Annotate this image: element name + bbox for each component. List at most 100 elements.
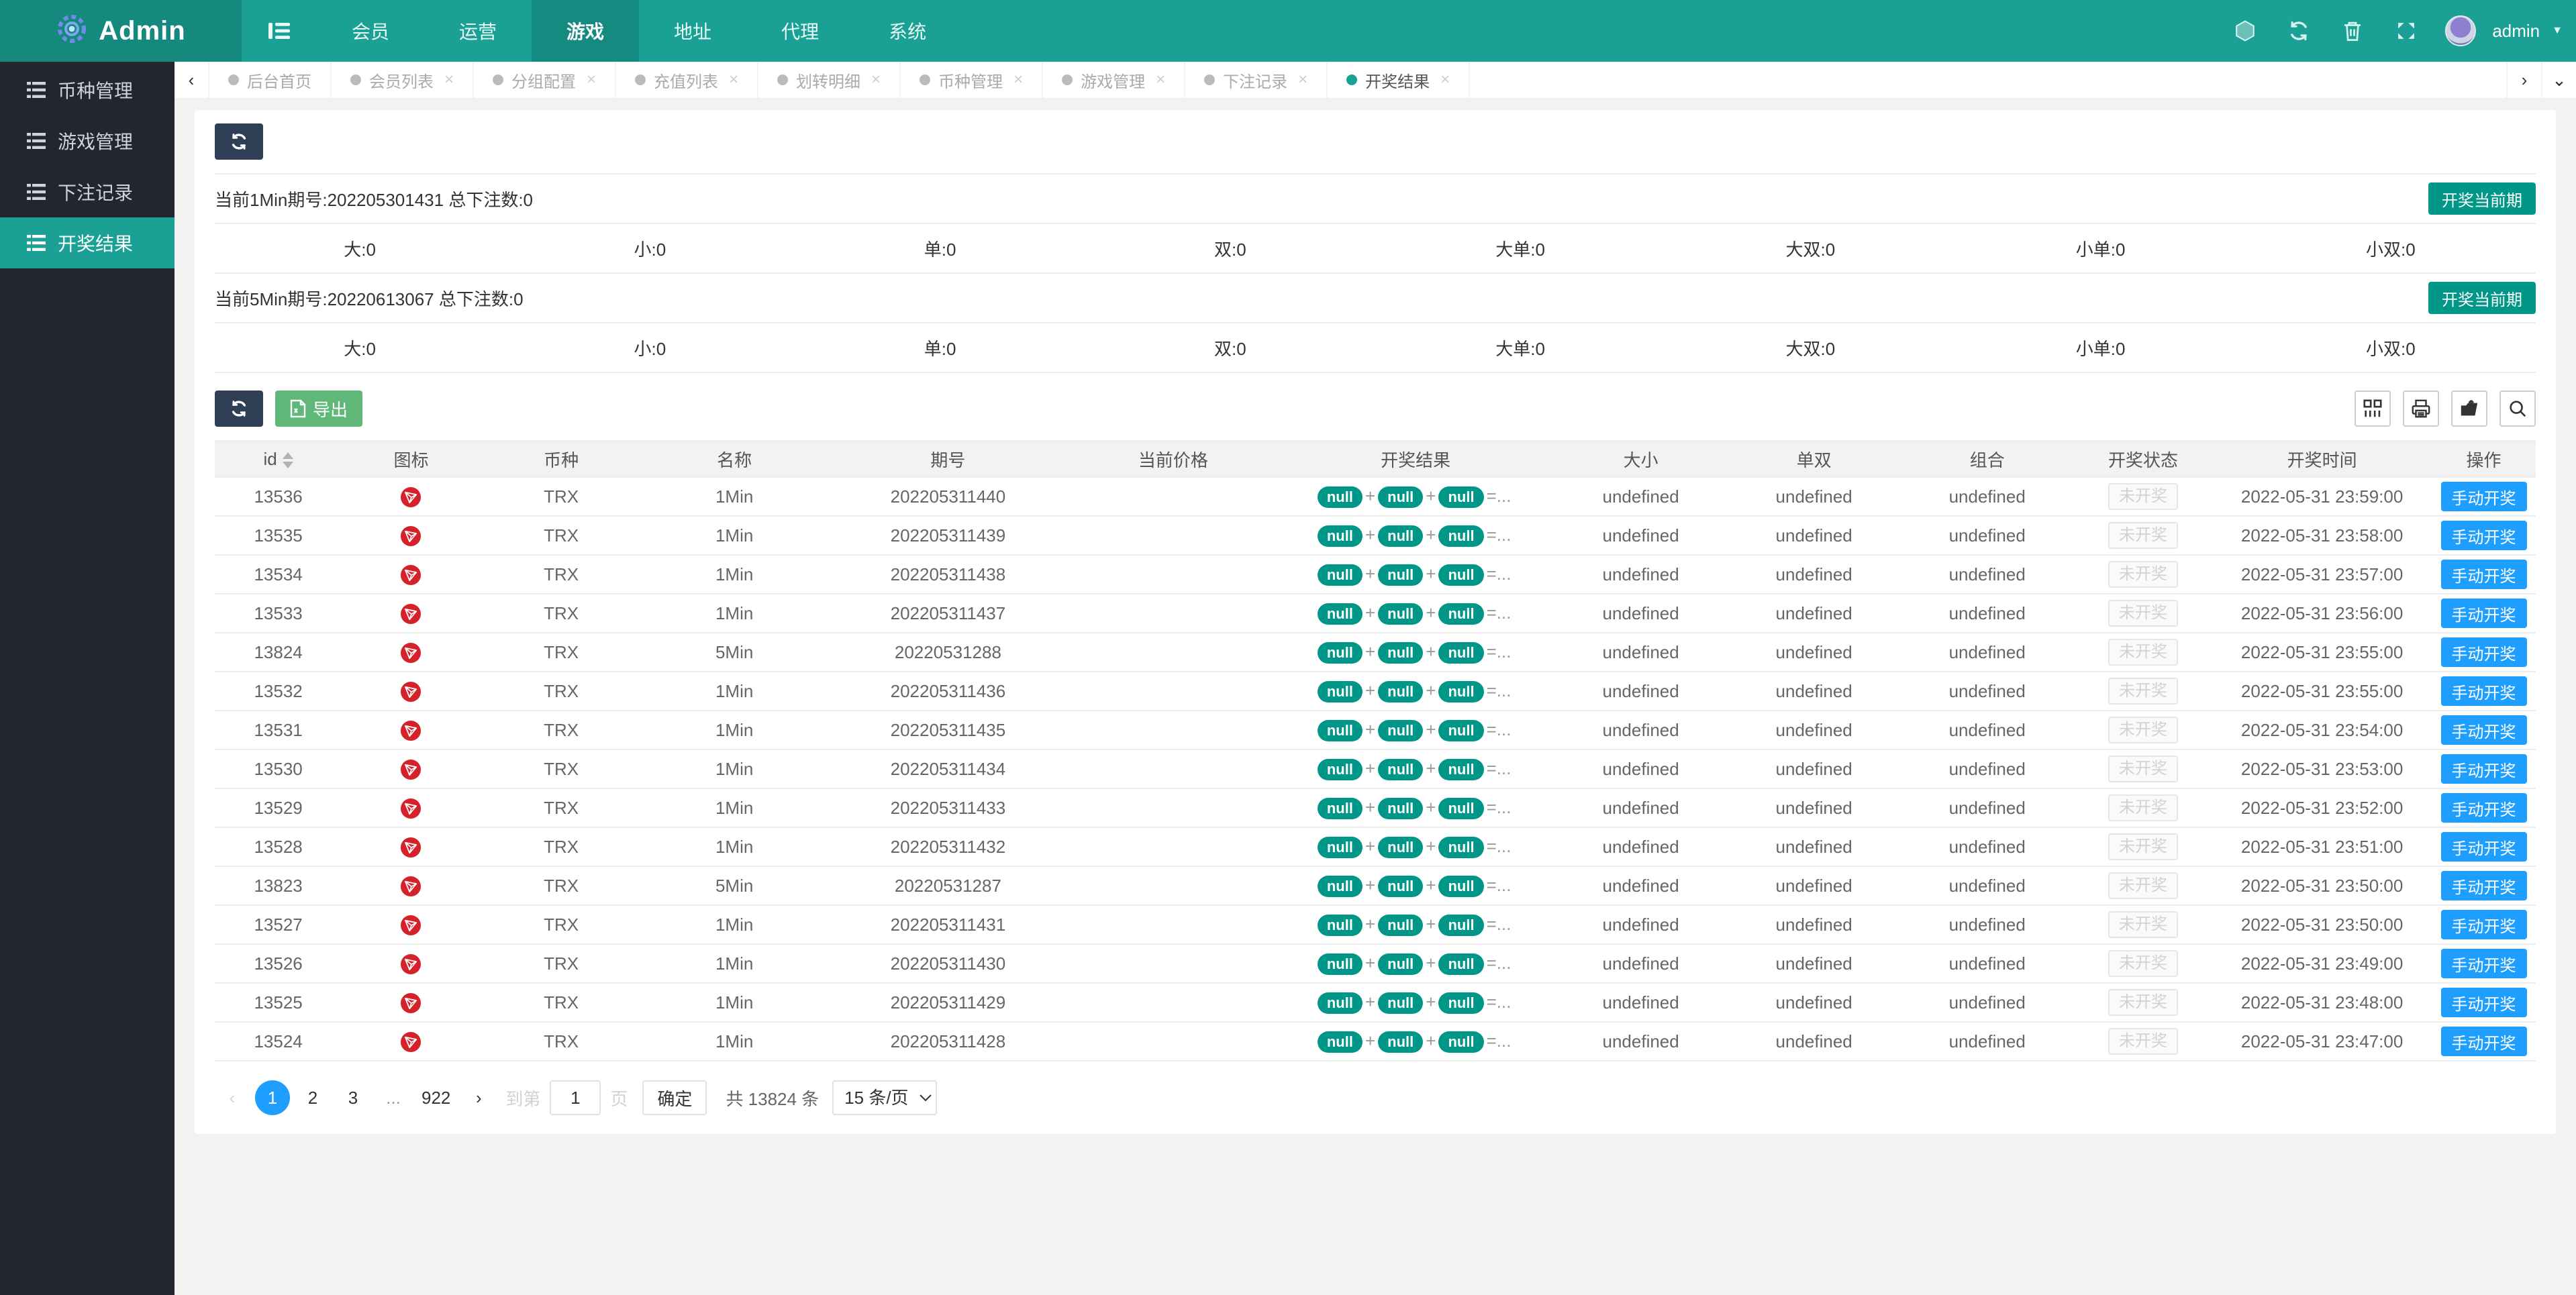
tab-close-icon[interactable]: × <box>1013 70 1023 89</box>
user-avatar[interactable] <box>2445 15 2477 46</box>
manual-draw-button[interactable]: 手动开奖 <box>2440 482 2527 511</box>
manual-draw-button[interactable]: 手动开奖 <box>2440 599 2527 628</box>
refresh-icon[interactable] <box>2276 0 2322 62</box>
clear-cache-trash-icon[interactable] <box>2330 0 2375 62</box>
page-numbers: 1 2 3 ... 922 <box>255 1080 456 1115</box>
export-data-icon[interactable] <box>2451 391 2487 427</box>
page-number[interactable]: 922 <box>416 1080 456 1115</box>
fullscreen-icon[interactable] <box>2383 0 2429 62</box>
manual-draw-button[interactable]: 手动开奖 <box>2440 910 2527 939</box>
tron-icon <box>401 682 422 703</box>
panel-refresh-button[interactable] <box>215 123 263 160</box>
status-badge: 未开奖 <box>2108 717 2178 743</box>
page-number[interactable]: 2 <box>295 1080 330 1115</box>
manual-draw-button[interactable]: 手动开奖 <box>2440 560 2527 589</box>
sort-icon[interactable] <box>282 452 293 468</box>
cell-big-small: undefined <box>1554 905 1728 945</box>
goto-confirm-button[interactable]: 确定 <box>642 1080 707 1115</box>
columns-filter-icon[interactable] <box>2355 391 2391 427</box>
manual-draw-button[interactable]: 手动开奖 <box>2440 793 2527 823</box>
goto-page-input[interactable] <box>550 1080 601 1115</box>
search-icon[interactable] <box>2499 391 2536 427</box>
sidebar-item[interactable]: 游戏管理 <box>0 115 175 166</box>
manual-draw-button[interactable]: 手动开奖 <box>2440 832 2527 862</box>
cell-id: 13530 <box>215 749 342 789</box>
stat-small-odd: 小单:0 <box>2075 338 2126 359</box>
col-time: 开奖时间 <box>2212 440 2432 478</box>
collapse-menu-icon[interactable] <box>242 0 317 62</box>
tab-close-icon[interactable]: × <box>729 70 738 89</box>
table-refresh-button[interactable] <box>215 391 263 427</box>
sidebar-item[interactable]: 下注记录 <box>0 166 175 217</box>
page-prev[interactable]: ‹ <box>215 1080 250 1115</box>
cell-status: 未开奖 <box>2073 1022 2213 1061</box>
tab-close-icon[interactable]: × <box>871 70 881 89</box>
manual-draw-button[interactable]: 手动开奖 <box>2440 715 2527 745</box>
username[interactable]: admin <box>2492 21 2540 42</box>
cell-period: 20220531287 <box>826 866 1070 906</box>
tabs-menu-icon[interactable]: ⌄ <box>2541 62 2576 98</box>
manual-draw-button[interactable]: 手动开奖 <box>2440 949 2527 978</box>
cell-name: 1Min <box>642 944 827 984</box>
top-menu-item[interactable]: 会员 <box>317 0 424 62</box>
tab-item[interactable]: 划转明细 × <box>758 62 901 98</box>
page-number[interactable]: 3 <box>336 1080 370 1115</box>
period-blocks: 当前1Min期号:202205301431 总下注数:0 开奖当前期 大:0 小… <box>215 174 2536 373</box>
brand[interactable]: Admin <box>0 0 242 62</box>
draw-current-period-button[interactable]: 开奖当前期 <box>2428 183 2536 215</box>
result-pill: null <box>1438 1031 1484 1053</box>
tab-item[interactable]: 游戏管理 × <box>1043 62 1186 98</box>
top-menu-item[interactable]: 系统 <box>854 0 961 62</box>
tab-item[interactable]: 币种管理 × <box>901 62 1044 98</box>
result-pill: null <box>1378 1031 1424 1053</box>
result-pill: null <box>1438 525 1484 547</box>
user-dropdown-caret-icon[interactable]: ▼ <box>2552 25 2563 37</box>
top-menu-item[interactable]: 代理 <box>746 0 854 62</box>
tab-close-icon[interactable]: × <box>444 70 454 89</box>
tab-close-icon[interactable]: × <box>1156 70 1165 89</box>
manual-draw-button[interactable]: 手动开奖 <box>2440 676 2527 706</box>
tab-item[interactable]: 后台首页 × <box>209 62 332 98</box>
tabs-scroll-left-icon[interactable]: ‹ <box>175 62 209 98</box>
sidebar-item[interactable]: 开奖结果 <box>0 217 175 268</box>
manual-draw-button[interactable]: 手动开奖 <box>2440 521 2527 550</box>
sidebar-item[interactable]: 币种管理 <box>0 64 175 115</box>
manual-draw-button[interactable]: 手动开奖 <box>2440 871 2527 900</box>
tab-item[interactable]: 会员列表 × <box>332 62 475 98</box>
manual-draw-button[interactable]: 手动开奖 <box>2440 637 2527 667</box>
export-button[interactable]: 导出 <box>275 391 363 427</box>
page-number[interactable]: ... <box>376 1080 411 1115</box>
cell-big-small: undefined <box>1554 827 1728 867</box>
cell-time: 2022-05-31 23:50:00 <box>2212 866 2432 906</box>
draw-current-period-button[interactable]: 开奖当前期 <box>2428 282 2536 314</box>
page-size-select[interactable]: 15 条/页 <box>832 1080 938 1115</box>
print-icon[interactable] <box>2403 391 2439 427</box>
period-title: 当前5Min期号:20220613067 总下注数:0 <box>215 289 524 309</box>
tab-close-icon[interactable]: × <box>1298 70 1307 89</box>
cell-icon <box>342 477 481 517</box>
tab-item[interactable]: 下注记录 × <box>1185 62 1328 98</box>
total-count: 共 13824 条 <box>726 1088 820 1109</box>
top-menu-item[interactable]: 运营 <box>424 0 532 62</box>
cell-action: 手动开奖 <box>2432 477 2536 517</box>
col-id[interactable]: id <box>215 440 342 478</box>
top-menu-item[interactable]: 游戏 <box>532 0 640 62</box>
result-pill: null <box>1438 603 1484 625</box>
tabs-scroll-right-icon[interactable]: › <box>2506 62 2541 98</box>
page-number[interactable]: 1 <box>255 1080 290 1115</box>
theme-hexagon-icon[interactable] <box>2222 0 2268 62</box>
cell-period: 202205311434 <box>826 749 1070 789</box>
col-icon: 图标 <box>342 440 481 478</box>
tab-close-icon[interactable]: × <box>587 70 596 89</box>
tab-item[interactable]: 充值列表 × <box>616 62 759 98</box>
manual-draw-button[interactable]: 手动开奖 <box>2440 1027 2527 1056</box>
top-menu-item[interactable]: 地址 <box>639 0 746 62</box>
tab-item[interactable]: 分组配置 × <box>474 62 617 98</box>
tab-close-icon[interactable]: × <box>1440 70 1450 89</box>
page-next[interactable]: › <box>461 1080 496 1115</box>
manual-draw-button[interactable]: 手动开奖 <box>2440 988 2527 1017</box>
result-pill: null <box>1317 641 1363 664</box>
cell-action: 手动开奖 <box>2432 749 2536 789</box>
tab-item[interactable]: 开奖结果 × <box>1328 62 1471 98</box>
manual-draw-button[interactable]: 手动开奖 <box>2440 754 2527 784</box>
